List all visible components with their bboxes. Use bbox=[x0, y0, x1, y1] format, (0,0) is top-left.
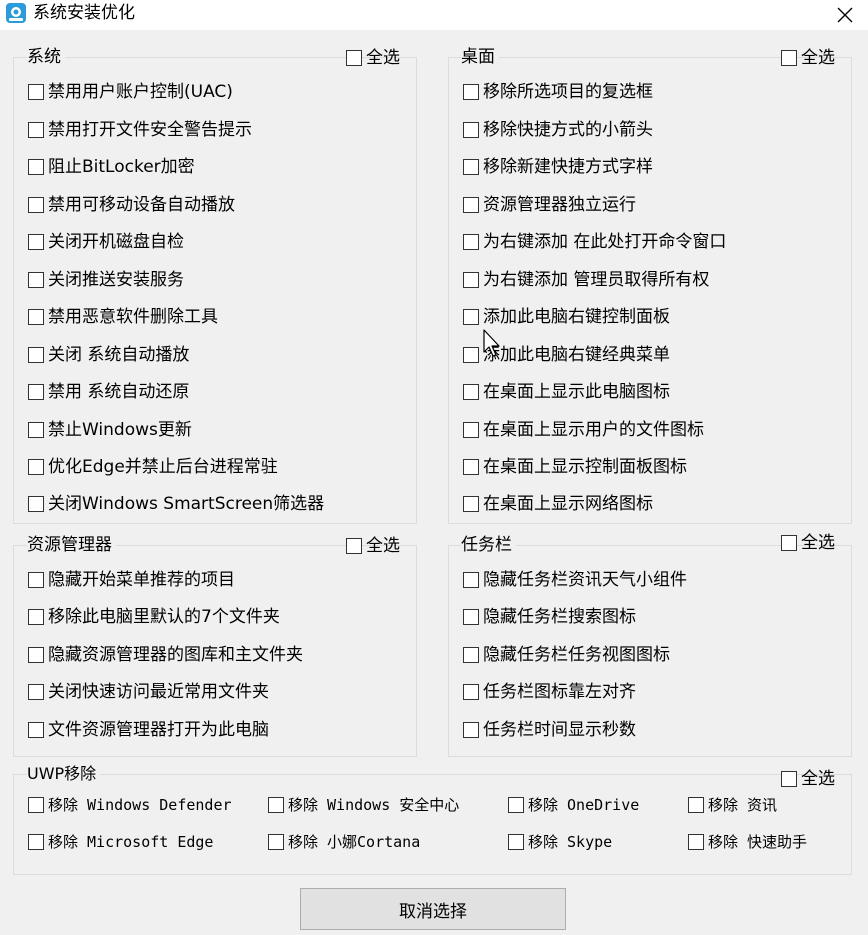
checkbox-system-1[interactable]: 禁用打开文件安全警告提示 bbox=[28, 120, 252, 140]
title-bar: 系统安装优化 bbox=[0, 0, 868, 30]
checkbox-system-5[interactable]: 关闭推送安装服务 bbox=[28, 270, 184, 290]
select-all-system[interactable]: 全选 bbox=[346, 48, 400, 68]
checkbox-desktop-5[interactable]: 为右键添加 管理员取得所有权 bbox=[463, 270, 709, 290]
checkbox-explorer-3[interactable]: 关闭快速访问最近常用文件夹 bbox=[28, 682, 269, 702]
checkbox-uwp-4[interactable]: 移除 Microsoft Edge bbox=[28, 832, 213, 852]
checkbox-desktop-11[interactable]: 在桌面上显示网络图标 bbox=[463, 494, 653, 514]
checkbox-uwp-2[interactable]: 移除 OneDrive bbox=[508, 795, 639, 815]
checkbox-uwp-0[interactable]: 移除 Windows Defender bbox=[28, 795, 232, 815]
checkbox-system-10[interactable]: 优化Edge并禁止后台进程常驻 bbox=[28, 457, 278, 477]
checkbox-uwp-1[interactable]: 移除 Windows 安全中心 bbox=[268, 795, 459, 815]
group-taskbar-title: 任务栏 bbox=[461, 535, 516, 555]
checkbox-desktop-3[interactable]: 资源管理器独立运行 bbox=[463, 195, 636, 215]
checkbox-taskbar-3[interactable]: 任务栏图标靠左对齐 bbox=[463, 682, 636, 702]
checkbox-system-11[interactable]: 关闭Windows SmartScreen筛选器 bbox=[28, 494, 324, 514]
checkbox-system-7[interactable]: 关闭 系统自动播放 bbox=[28, 345, 189, 365]
group-uwp bbox=[13, 774, 852, 875]
checkbox-uwp-6[interactable]: 移除 Skype bbox=[508, 832, 612, 852]
checkbox-desktop-10[interactable]: 在桌面上显示控制面板图标 bbox=[463, 457, 687, 477]
checkbox-uwp-3[interactable]: 移除 资讯 bbox=[688, 795, 777, 815]
checkbox-desktop-2[interactable]: 移除新建快捷方式字样 bbox=[463, 157, 653, 177]
select-all-uwp[interactable]: 全选 bbox=[781, 769, 835, 789]
checkbox-uwp-5[interactable]: 移除 小娜Cortana bbox=[268, 832, 420, 852]
group-uwp-title: UWP移除 bbox=[27, 764, 101, 784]
checkbox-taskbar-4[interactable]: 任务栏时间显示秒数 bbox=[463, 720, 636, 740]
checkbox-desktop-4[interactable]: 为右键添加 在此处打开命令窗口 bbox=[463, 232, 726, 252]
checkbox-system-8[interactable]: 禁用 系统自动还原 bbox=[28, 382, 189, 402]
checkbox-desktop-6[interactable]: 添加此电脑右键控制面板 bbox=[463, 307, 670, 327]
checkbox-system-6[interactable]: 禁用恶意软件删除工具 bbox=[28, 307, 218, 327]
select-all-taskbar[interactable]: 全选 bbox=[781, 533, 835, 553]
checkbox-desktop-8[interactable]: 在桌面上显示此电脑图标 bbox=[463, 382, 670, 402]
checkbox-desktop-9[interactable]: 在桌面上显示用户的文件图标 bbox=[463, 420, 704, 440]
checkbox-explorer-1[interactable]: 移除此电脑里默认的7个文件夹 bbox=[28, 607, 280, 627]
checkbox-desktop-1[interactable]: 移除快捷方式的小箭头 bbox=[463, 120, 653, 140]
checkbox-system-9[interactable]: 禁止Windows更新 bbox=[28, 420, 192, 440]
checkbox-system-4[interactable]: 关闭开机磁盘自检 bbox=[28, 232, 184, 252]
cancel-selection-button[interactable]: 取消选择 bbox=[300, 888, 566, 930]
group-desktop-title: 桌面 bbox=[461, 47, 499, 67]
close-icon bbox=[837, 7, 853, 23]
checkbox-taskbar-1[interactable]: 隐藏任务栏搜索图标 bbox=[463, 607, 636, 627]
checkbox-explorer-2[interactable]: 隐藏资源管理器的图库和主文件夹 bbox=[28, 645, 303, 665]
checkbox-system-0[interactable]: 禁用用户账户控制(UAC) bbox=[28, 82, 233, 102]
checkbox-desktop-0[interactable]: 移除所选项目的复选框 bbox=[463, 82, 653, 102]
close-button[interactable] bbox=[822, 0, 868, 30]
group-explorer-title: 资源管理器 bbox=[27, 535, 116, 555]
select-all-explorer[interactable]: 全选 bbox=[346, 536, 400, 556]
mouse-cursor bbox=[483, 329, 503, 359]
checkbox-system-2[interactable]: 阻止BitLocker加密 bbox=[28, 157, 195, 177]
app-icon bbox=[5, 2, 27, 24]
checkbox-explorer-0[interactable]: 隐藏开始菜单推荐的项目 bbox=[28, 570, 235, 590]
checkbox-taskbar-0[interactable]: 隐藏任务栏资讯天气小组件 bbox=[463, 570, 687, 590]
checkbox-taskbar-2[interactable]: 隐藏任务栏任务视图图标 bbox=[463, 645, 670, 665]
checkbox-system-3[interactable]: 禁用可移动设备自动播放 bbox=[28, 195, 235, 215]
select-all-desktop[interactable]: 全选 bbox=[781, 48, 835, 68]
checkbox-explorer-4[interactable]: 文件资源管理器打开为此电脑 bbox=[28, 720, 269, 740]
checkbox-uwp-7[interactable]: 移除 快速助手 bbox=[688, 832, 807, 852]
group-system-title: 系统 bbox=[27, 47, 65, 67]
window-title: 系统安装优化 bbox=[33, 3, 135, 23]
